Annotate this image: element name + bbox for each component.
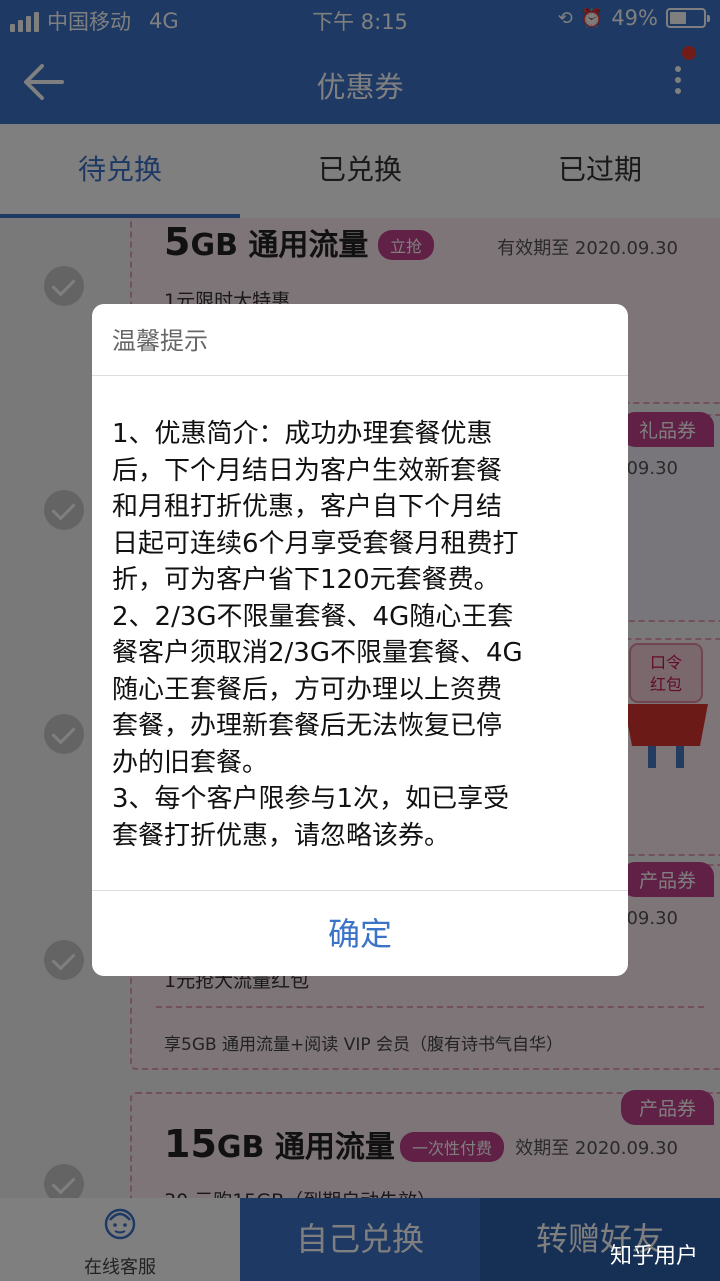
confirm-button[interactable]: 确定 [92, 890, 628, 976]
dialog-line: 3、每个客户限参与1次，如已享受 [112, 784, 510, 814]
dialog-title: 温馨提示 [92, 304, 628, 376]
dialog-line: 日起可连续6个月享受套餐月租费打 [112, 528, 519, 559]
dialog-line: 后，下个月结日为客户生效新套餐 [112, 455, 503, 486]
dialog-line: 和月租打折优惠，客户自下个月结 [112, 492, 503, 522]
dialog-line: 办的旧套餐。 [112, 747, 269, 778]
dialog-line: 套餐，办理新套餐后无法恢复已停 [112, 711, 503, 741]
dialog-line: 餐客户须取消2/3G不限量套餐、4G [112, 638, 523, 668]
dialog-body: 1、优惠简介：成功办理套餐优惠 后，下个月结日为客户生效新套餐 和月租打折优惠，客户… [112, 416, 610, 854]
notice-dialog: 温馨提示 1、优惠简介：成功办理套餐优惠 后，下个月结日为客户生效新套餐 和月租打折… [92, 304, 628, 976]
dialog-line: 1、优惠简介：成功办理套餐优惠 [112, 419, 493, 449]
dialog-line: 套餐打折优惠，请忽略该券。 [112, 820, 451, 851]
watermark: 知乎用户 [609, 1244, 698, 1269]
dialog-line: 2、2/3G不限量套餐、4G随心王套 [112, 601, 514, 632]
dialog-line: 折，可为客户省下120元套餐费。 [112, 565, 500, 595]
dialog-line: 随心王套餐后，方可办理以上资费 [112, 674, 503, 705]
